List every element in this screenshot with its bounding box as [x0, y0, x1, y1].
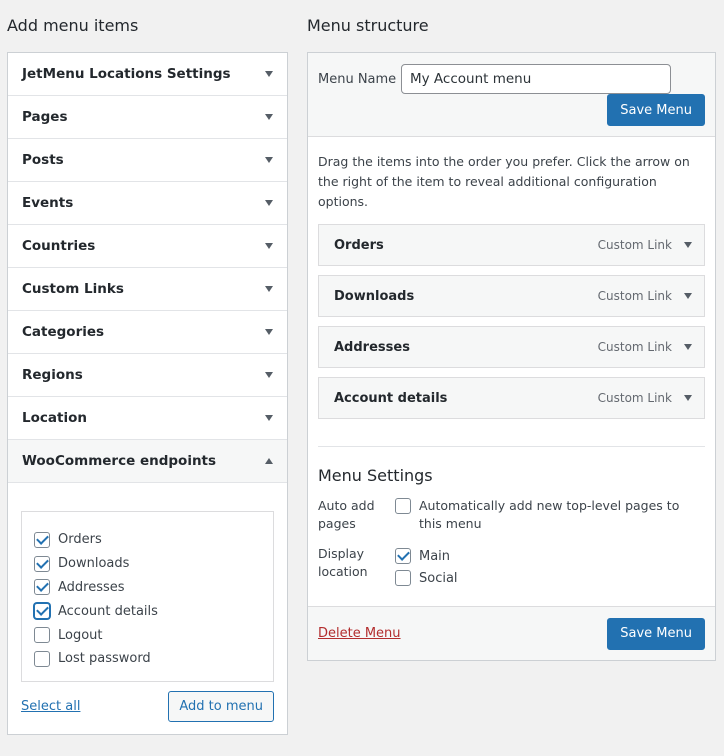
menu-item-orders[interactable]: Orders Custom Link [318, 224, 705, 266]
section-label: Categories [22, 324, 105, 340]
auto-add-checkbox[interactable] [395, 498, 411, 514]
caret-down-icon[interactable] [684, 242, 692, 248]
section-categories[interactable]: Categories [8, 311, 287, 354]
display-location-row: Display location Main Social [318, 545, 705, 589]
checkbox[interactable] [34, 603, 50, 620]
menu-item-title: Downloads [334, 288, 415, 304]
select-all-link[interactable]: Select all [21, 699, 80, 714]
auto-add-text: Automatically add new top-level pages to… [419, 498, 680, 531]
endpoint-logout[interactable]: Logout [34, 623, 261, 647]
checkbox[interactable] [395, 548, 411, 564]
menu-name-label: Menu Name [318, 72, 397, 87]
checkbox[interactable] [34, 579, 50, 596]
caret-down-icon[interactable] [265, 71, 273, 77]
section-label: Posts [22, 152, 64, 168]
checkbox-label: Main [419, 548, 451, 564]
auto-add-pages-label: Auto add pages [318, 498, 375, 531]
section-custom-links[interactable]: Custom Links [8, 268, 287, 311]
menu-item-downloads[interactable]: Downloads Custom Link [318, 275, 705, 317]
endpoint-lost-password[interactable]: Lost password [34, 647, 261, 671]
save-menu-button-top[interactable]: Save Menu [607, 94, 705, 126]
menu-item-type: Custom Link [597, 238, 672, 252]
section-posts[interactable]: Posts [8, 139, 287, 182]
caret-down-icon[interactable] [265, 415, 273, 421]
endpoint-account-details[interactable]: Account details [34, 599, 261, 623]
divider [318, 446, 705, 447]
section-pages[interactable]: Pages [8, 96, 287, 139]
endpoint-addresses[interactable]: Addresses [34, 576, 261, 600]
location-social[interactable]: Social [395, 567, 705, 589]
menu-item-title: Account details [334, 390, 448, 406]
menu-footer: Delete Menu Save Menu [308, 606, 715, 660]
menu-item-type: Custom Link [597, 340, 672, 354]
section-label: Pages [22, 109, 68, 125]
add-menu-items-title: Add menu items [7, 16, 139, 35]
checkbox-label: Lost password [58, 651, 151, 667]
caret-down-icon[interactable] [265, 329, 273, 335]
section-woocommerce-endpoints[interactable]: WooCommerce endpoints [8, 440, 287, 483]
menu-instructions: Drag the items into the order you prefer… [318, 154, 690, 209]
checkbox[interactable] [34, 627, 50, 644]
checkbox[interactable] [395, 570, 411, 586]
menu-settings-title: Menu Settings [318, 466, 433, 485]
menu-item-account-details[interactable]: Account details Custom Link [318, 377, 705, 419]
section-countries[interactable]: Countries [8, 225, 287, 268]
endpoints-checklist: Orders Downloads Addresses Account detai… [21, 511, 274, 682]
auto-add-pages-row: Auto add pages Automatically add new top… [318, 497, 705, 533]
checkbox-label: Logout [58, 627, 103, 643]
menu-item-title: Orders [334, 237, 384, 253]
caret-down-icon[interactable] [265, 372, 273, 378]
endpoint-orders[interactable]: Orders [34, 528, 261, 552]
save-menu-button-bottom[interactable]: Save Menu [607, 617, 705, 650]
caret-down-icon[interactable] [265, 200, 273, 206]
section-label: Countries [22, 238, 96, 254]
section-label: Regions [22, 367, 83, 383]
menu-item-type: Custom Link [597, 289, 672, 303]
endpoint-downloads[interactable]: Downloads [34, 552, 261, 576]
checkbox[interactable] [34, 555, 50, 572]
checkbox-label: Orders [58, 532, 102, 548]
menu-header: Menu Name Save Menu [308, 53, 715, 137]
menu-item-type: Custom Link [597, 391, 672, 405]
delete-menu-link[interactable]: Delete Menu [318, 626, 401, 641]
add-menu-items-panel: JetMenu Locations Settings Pages Posts E… [7, 52, 288, 735]
caret-down-icon[interactable] [684, 344, 692, 350]
checkbox-label: Social [419, 570, 458, 586]
checkbox[interactable] [34, 531, 50, 548]
checkbox-label: Account details [58, 603, 158, 619]
menu-body: Drag the items into the order you prefer… [308, 137, 715, 589]
checkbox[interactable] [34, 650, 50, 667]
section-label: Location [22, 410, 87, 426]
caret-down-icon[interactable] [265, 286, 273, 292]
section-label: Custom Links [22, 281, 124, 297]
caret-down-icon[interactable] [684, 395, 692, 401]
display-location-label: Display location [318, 546, 368, 579]
section-label: JetMenu Locations Settings [22, 66, 231, 82]
caret-up-icon[interactable] [265, 458, 273, 464]
add-to-menu-button[interactable]: Add to menu [168, 691, 274, 722]
woocommerce-endpoints-panel: Orders Downloads Addresses Account detai… [8, 483, 287, 734]
checkbox-label: Addresses [58, 579, 125, 595]
section-regions[interactable]: Regions [8, 354, 287, 397]
section-label: Events [22, 195, 74, 211]
section-label: WooCommerce endpoints [22, 453, 217, 469]
section-location[interactable]: Location [8, 397, 287, 440]
section-events[interactable]: Events [8, 182, 287, 225]
caret-down-icon[interactable] [684, 293, 692, 299]
menu-item-addresses[interactable]: Addresses Custom Link [318, 326, 705, 368]
checkbox-label: Downloads [58, 556, 130, 572]
caret-down-icon[interactable] [265, 243, 273, 249]
caret-down-icon[interactable] [265, 114, 273, 120]
section-jetmenu-locations-settings[interactable]: JetMenu Locations Settings [8, 53, 287, 96]
menu-name-input[interactable] [401, 64, 671, 94]
menu-structure-panel: Menu Name Save Menu Drag the items into … [307, 52, 716, 661]
menu-structure-title: Menu structure [307, 16, 429, 35]
caret-down-icon[interactable] [265, 157, 273, 163]
menu-item-title: Addresses [334, 339, 410, 355]
location-main[interactable]: Main [395, 545, 705, 567]
